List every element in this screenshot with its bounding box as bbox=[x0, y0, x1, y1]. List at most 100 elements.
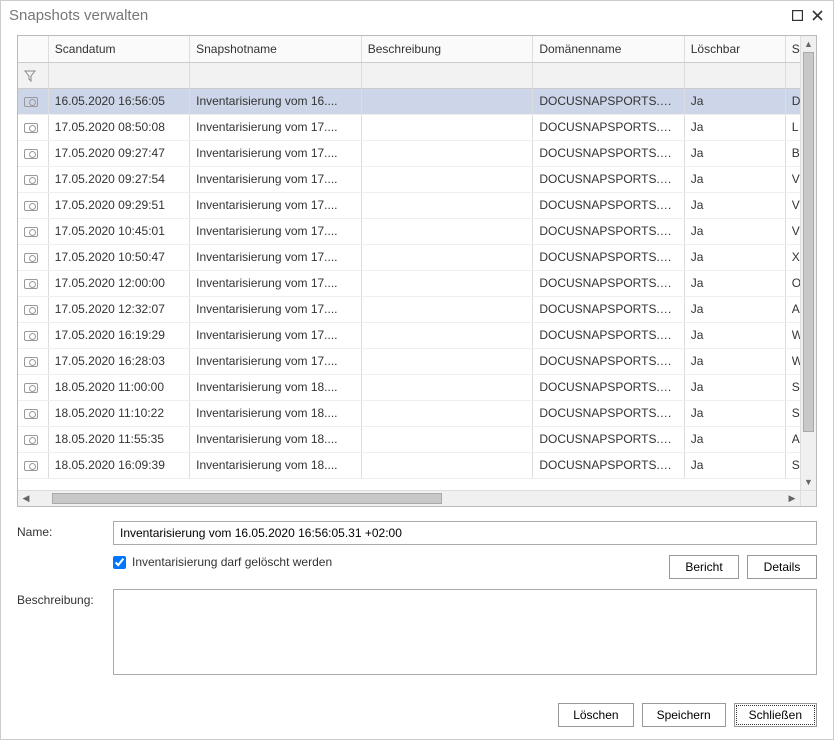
cell-loeschbar: Ja bbox=[684, 270, 785, 296]
cell-scandatum: 17.05.2020 10:50:47 bbox=[48, 244, 189, 270]
col-header-scandatum[interactable]: Scandatum bbox=[48, 36, 189, 62]
table-row[interactable]: 18.05.2020 11:55:35Inventarisierung vom … bbox=[18, 426, 816, 452]
cell-snapshotname: Inventarisierung vom 17.... bbox=[190, 192, 362, 218]
table-row[interactable]: 17.05.2020 12:00:00Inventarisierung vom … bbox=[18, 270, 816, 296]
filter-scandatum[interactable] bbox=[48, 62, 189, 88]
filter-icon[interactable] bbox=[18, 62, 48, 88]
row-icon bbox=[18, 244, 48, 270]
camera-icon bbox=[24, 253, 38, 263]
camera-icon bbox=[24, 97, 38, 107]
loeschen-button[interactable]: Löschen bbox=[558, 703, 633, 727]
table-row[interactable]: 17.05.2020 08:50:08Inventarisierung vom … bbox=[18, 114, 816, 140]
maximize-icon[interactable] bbox=[787, 5, 807, 25]
cell-snapshotname: Inventarisierung vom 17.... bbox=[190, 140, 362, 166]
deletable-checkbox[interactable] bbox=[113, 556, 126, 569]
table-row[interactable]: 17.05.2020 10:45:01Inventarisierung vom … bbox=[18, 218, 816, 244]
table-row[interactable]: 18.05.2020 11:00:00Inventarisierung vom … bbox=[18, 374, 816, 400]
col-header-snapshotname[interactable]: Snapshotname bbox=[190, 36, 362, 62]
cell-snapshotname: Inventarisierung vom 17.... bbox=[190, 270, 362, 296]
col-header-icon[interactable] bbox=[18, 36, 48, 62]
cell-beschreibung bbox=[361, 166, 533, 192]
window-title: Snapshots verwalten bbox=[9, 7, 787, 24]
table-row[interactable]: 17.05.2020 09:27:54Inventarisierung vom … bbox=[18, 166, 816, 192]
cell-loeschbar: Ja bbox=[684, 114, 785, 140]
name-label: Name: bbox=[17, 521, 103, 539]
cell-scandatum: 18.05.2020 16:09:39 bbox=[48, 452, 189, 478]
table-row[interactable]: 17.05.2020 16:19:29Inventarisierung vom … bbox=[18, 322, 816, 348]
vertical-scrollbar[interactable]: ▲ ▼ bbox=[800, 36, 816, 490]
cell-beschreibung bbox=[361, 218, 533, 244]
cell-scandatum: 16.05.2020 16:56:05 bbox=[48, 88, 189, 114]
cell-domaenenname: DOCUSNAPSPORTS.C... bbox=[533, 322, 684, 348]
cell-loeschbar: Ja bbox=[684, 348, 785, 374]
table-row[interactable]: 17.05.2020 16:28:03Inventarisierung vom … bbox=[18, 348, 816, 374]
cell-snapshotname: Inventarisierung vom 18.... bbox=[190, 400, 362, 426]
cell-beschreibung bbox=[361, 192, 533, 218]
cell-beschreibung bbox=[361, 296, 533, 322]
row-icon bbox=[18, 140, 48, 166]
filter-loeschbar[interactable] bbox=[684, 62, 785, 88]
col-header-loeschbar[interactable]: Löschbar bbox=[684, 36, 785, 62]
camera-icon bbox=[24, 279, 38, 289]
cell-beschreibung bbox=[361, 322, 533, 348]
horizontal-scrollbar[interactable]: ◀ ▶ bbox=[18, 490, 800, 506]
cell-scandatum: 17.05.2020 16:28:03 bbox=[48, 348, 189, 374]
cell-domaenenname: DOCUSNAPSPORTS.C... bbox=[533, 88, 684, 114]
cell-beschreibung bbox=[361, 88, 533, 114]
filter-snapshotname[interactable] bbox=[190, 62, 362, 88]
col-header-beschreibung[interactable]: Beschreibung bbox=[361, 36, 533, 62]
schliessen-button[interactable]: Schließen bbox=[734, 703, 817, 727]
cell-loeschbar: Ja bbox=[684, 296, 785, 322]
vscroll-thumb[interactable] bbox=[803, 52, 814, 432]
row-icon bbox=[18, 166, 48, 192]
camera-icon bbox=[24, 461, 38, 471]
cell-domaenenname: DOCUSNAPSPORTS.C... bbox=[533, 270, 684, 296]
cell-snapshotname: Inventarisierung vom 17.... bbox=[190, 348, 362, 374]
speichern-button[interactable]: Speichern bbox=[642, 703, 726, 727]
name-field[interactable] bbox=[113, 521, 817, 545]
cell-beschreibung bbox=[361, 426, 533, 452]
filter-beschreibung[interactable] bbox=[361, 62, 533, 88]
cell-beschreibung bbox=[361, 452, 533, 478]
scroll-down-icon[interactable]: ▼ bbox=[801, 474, 816, 490]
cell-domaenenname: DOCUSNAPSPORTS.C... bbox=[533, 192, 684, 218]
row-icon bbox=[18, 218, 48, 244]
camera-icon bbox=[24, 227, 38, 237]
cell-snapshotname: Inventarisierung vom 17.... bbox=[190, 166, 362, 192]
table-row[interactable]: 17.05.2020 12:32:07Inventarisierung vom … bbox=[18, 296, 816, 322]
cell-domaenenname: DOCUSNAPSPORTS.C... bbox=[533, 140, 684, 166]
scroll-left-icon[interactable]: ◀ bbox=[18, 491, 34, 506]
table-row[interactable]: 17.05.2020 09:27:47Inventarisierung vom … bbox=[18, 140, 816, 166]
cell-domaenenname: DOCUSNAPSPORTS.C... bbox=[533, 374, 684, 400]
deletable-checkbox-label[interactable]: Inventarisierung darf gelöscht werden bbox=[132, 555, 332, 569]
cell-beschreibung bbox=[361, 374, 533, 400]
beschreibung-label: Beschreibung: bbox=[17, 589, 103, 607]
table-row[interactable]: 16.05.2020 16:56:05Inventarisierung vom … bbox=[18, 88, 816, 114]
col-header-domaenenname[interactable]: Domänenname bbox=[533, 36, 684, 62]
camera-icon bbox=[24, 175, 38, 185]
beschreibung-field[interactable] bbox=[113, 589, 817, 675]
cell-scandatum: 17.05.2020 08:50:08 bbox=[48, 114, 189, 140]
cell-snapshotname: Inventarisierung vom 17.... bbox=[190, 218, 362, 244]
bericht-button[interactable]: Bericht bbox=[669, 555, 739, 579]
close-icon[interactable] bbox=[807, 5, 827, 25]
cell-domaenenname: DOCUSNAPSPORTS.C... bbox=[533, 348, 684, 374]
row-icon bbox=[18, 270, 48, 296]
scroll-corner bbox=[800, 490, 816, 506]
scroll-right-icon[interactable]: ▶ bbox=[784, 491, 800, 506]
scroll-up-icon[interactable]: ▲ bbox=[801, 36, 816, 52]
filter-domaenenname[interactable] bbox=[533, 62, 684, 88]
details-button[interactable]: Details bbox=[747, 555, 817, 579]
row-icon bbox=[18, 374, 48, 400]
cell-loeschbar: Ja bbox=[684, 192, 785, 218]
cell-snapshotname: Inventarisierung vom 16.... bbox=[190, 88, 362, 114]
row-icon bbox=[18, 426, 48, 452]
cell-scandatum: 17.05.2020 10:45:01 bbox=[48, 218, 189, 244]
cell-beschreibung bbox=[361, 348, 533, 374]
table-row[interactable]: 18.05.2020 11:10:22Inventarisierung vom … bbox=[18, 400, 816, 426]
table-row[interactable]: 18.05.2020 16:09:39Inventarisierung vom … bbox=[18, 452, 816, 478]
cell-beschreibung bbox=[361, 400, 533, 426]
hscroll-thumb[interactable] bbox=[52, 493, 442, 504]
table-row[interactable]: 17.05.2020 10:50:47Inventarisierung vom … bbox=[18, 244, 816, 270]
table-row[interactable]: 17.05.2020 09:29:51Inventarisierung vom … bbox=[18, 192, 816, 218]
